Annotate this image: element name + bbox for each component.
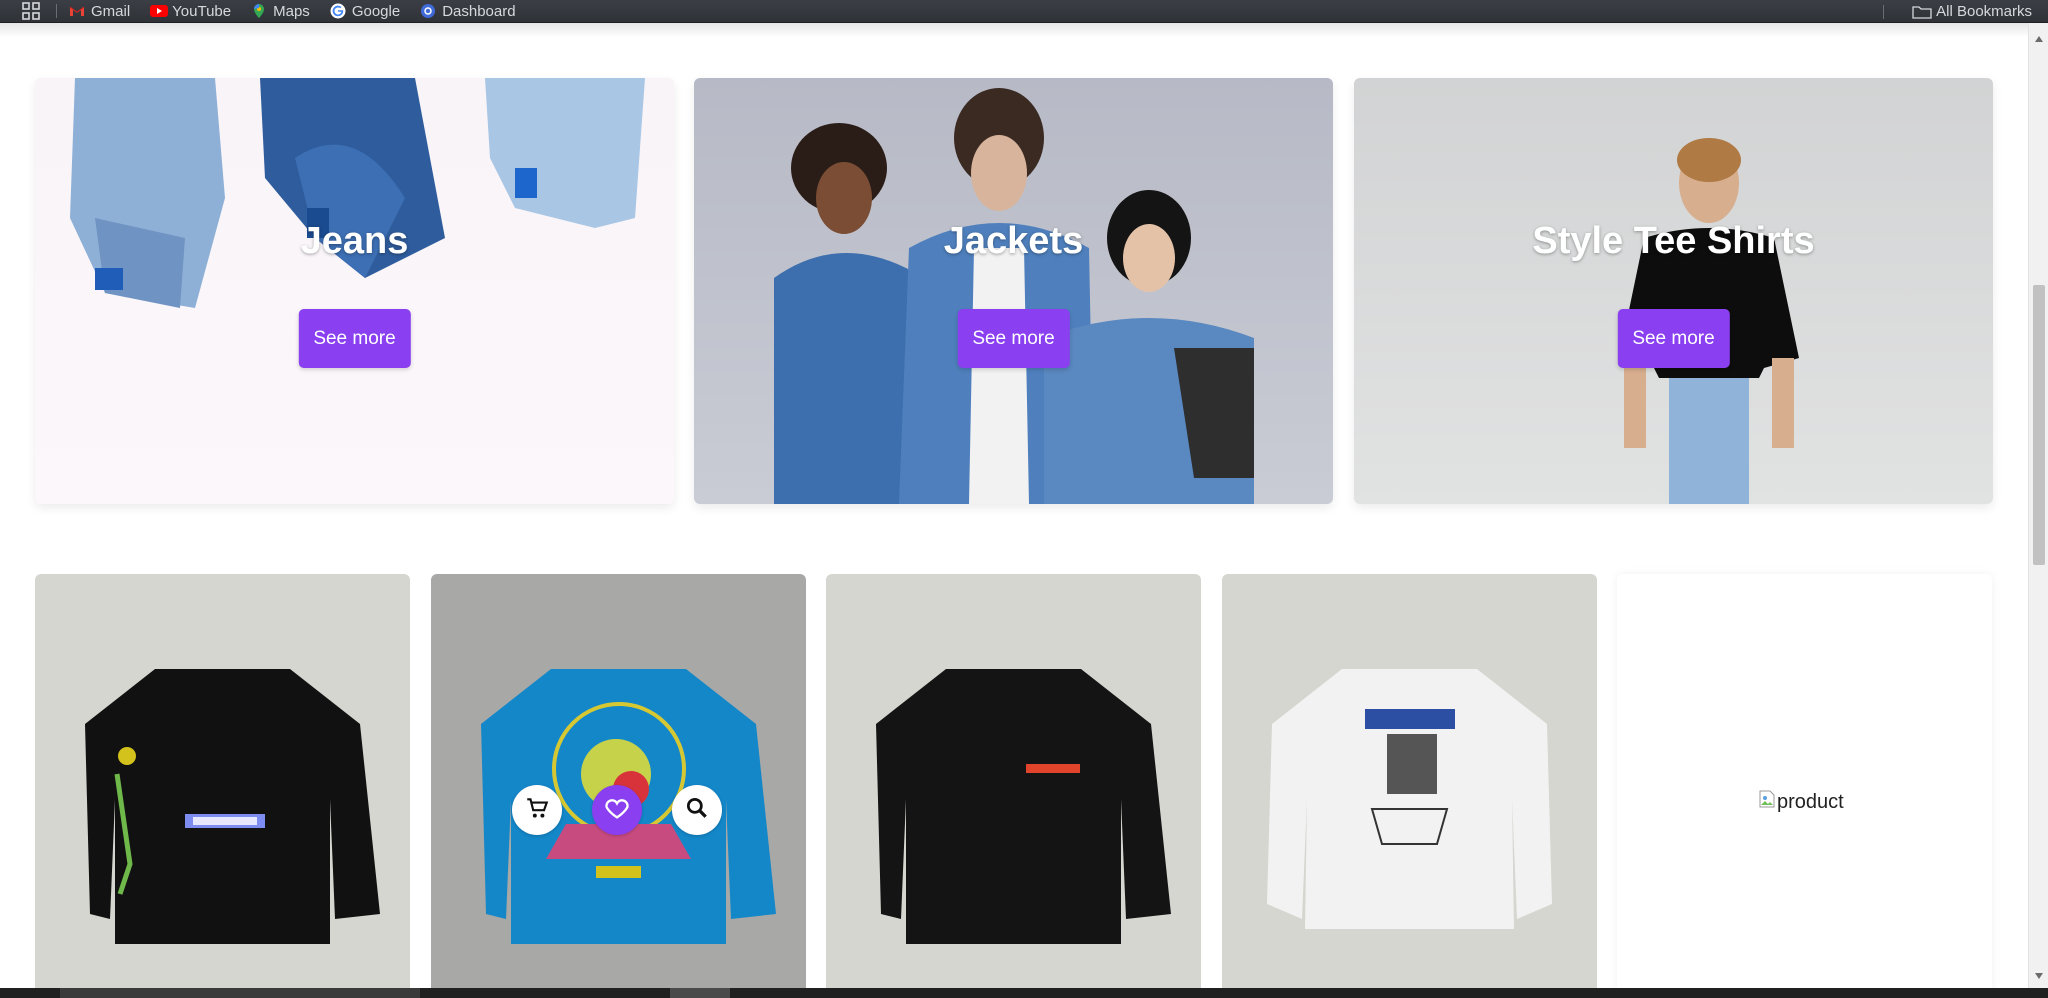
bookmark-google[interactable]: Google <box>330 3 400 20</box>
jeans-image <box>70 78 645 308</box>
bookmarks-separator <box>1883 5 1884 19</box>
product-card[interactable] <box>826 574 1201 988</box>
all-bookmarks-button[interactable]: All Bookmarks <box>1912 0 2032 23</box>
product-card[interactable] <box>431 574 806 988</box>
scroll-up-arrow-icon[interactable] <box>2029 31 2048 47</box>
bookmark-label: Gmail <box>91 2 131 20</box>
folder-icon <box>1912 4 1932 20</box>
gmail-icon <box>69 3 85 19</box>
all-bookmarks-label: All Bookmarks <box>1936 3 2032 20</box>
category-title: Style Tee Shirts <box>1532 220 1815 262</box>
category-card-tee-shirts[interactable]: Style Tee Shirts See more <box>1354 78 1993 504</box>
see-more-button[interactable]: See more <box>298 309 411 368</box>
product-image <box>481 669 776 944</box>
maps-icon <box>251 3 267 19</box>
add-to-cart-button[interactable] <box>512 785 562 835</box>
bookmark-dashboard[interactable]: Dashboard <box>420 2 516 20</box>
youtube-icon <box>150 3 169 19</box>
category-card-jeans[interactable]: Jeans See more <box>35 78 674 504</box>
page-scrollbar[interactable] <box>2028 23 2048 988</box>
bookmark-label: Maps <box>273 2 310 20</box>
google-icon <box>330 3 346 19</box>
scrollbar-thumb[interactable] <box>2033 285 2045 565</box>
bookmark-label: YouTube <box>172 2 232 20</box>
tee-shirts-image <box>1619 138 1799 504</box>
taskbar-item[interactable] <box>670 988 730 998</box>
jackets-image <box>774 88 1254 504</box>
product-image <box>85 669 380 944</box>
product-image-alt: product <box>1777 790 1844 813</box>
quick-view-button[interactable] <box>672 785 722 835</box>
add-to-wishlist-button[interactable] <box>592 785 642 835</box>
taskbar-item[interactable] <box>60 988 420 998</box>
bookmark-youtube[interactable]: YouTube <box>150 3 231 20</box>
header-shadow <box>0 23 2028 37</box>
product-card[interactable] <box>1222 574 1597 988</box>
bookmark-gmail[interactable]: Gmail <box>69 3 130 20</box>
bookmark-label: Dashboard <box>442 2 516 20</box>
category-card-jackets[interactable]: Jackets See more <box>694 78 1333 504</box>
product-image <box>876 669 1171 944</box>
bookmarks-separator <box>56 4 57 18</box>
see-more-button[interactable]: See more <box>1617 309 1730 368</box>
scroll-down-arrow-icon[interactable] <box>2029 968 2048 984</box>
bookmark-label: Google <box>351 2 401 20</box>
apps-grid-icon[interactable] <box>20 0 42 22</box>
page-content: Jeans See more Jackets See more Style Te… <box>0 23 2028 988</box>
category-title: Jackets <box>943 220 1084 262</box>
cart-icon <box>524 795 550 826</box>
see-more-button[interactable]: See more <box>957 309 1070 368</box>
category-title: Jeans <box>300 220 409 262</box>
product-card[interactable] <box>35 574 410 988</box>
dashboard-icon <box>420 3 436 19</box>
bookmarks-bar: Gmail YouTube Maps Google Dashboard All … <box>0 0 2048 23</box>
product-card[interactable]: product <box>1617 574 1992 988</box>
bookmark-maps[interactable]: Maps <box>251 3 310 20</box>
broken-product-image: product <box>1759 790 1844 814</box>
taskbar <box>0 988 2048 998</box>
broken-image-icon <box>1759 790 1775 814</box>
heart-icon <box>603 794 631 827</box>
search-icon <box>684 795 710 826</box>
product-image <box>1267 669 1552 929</box>
